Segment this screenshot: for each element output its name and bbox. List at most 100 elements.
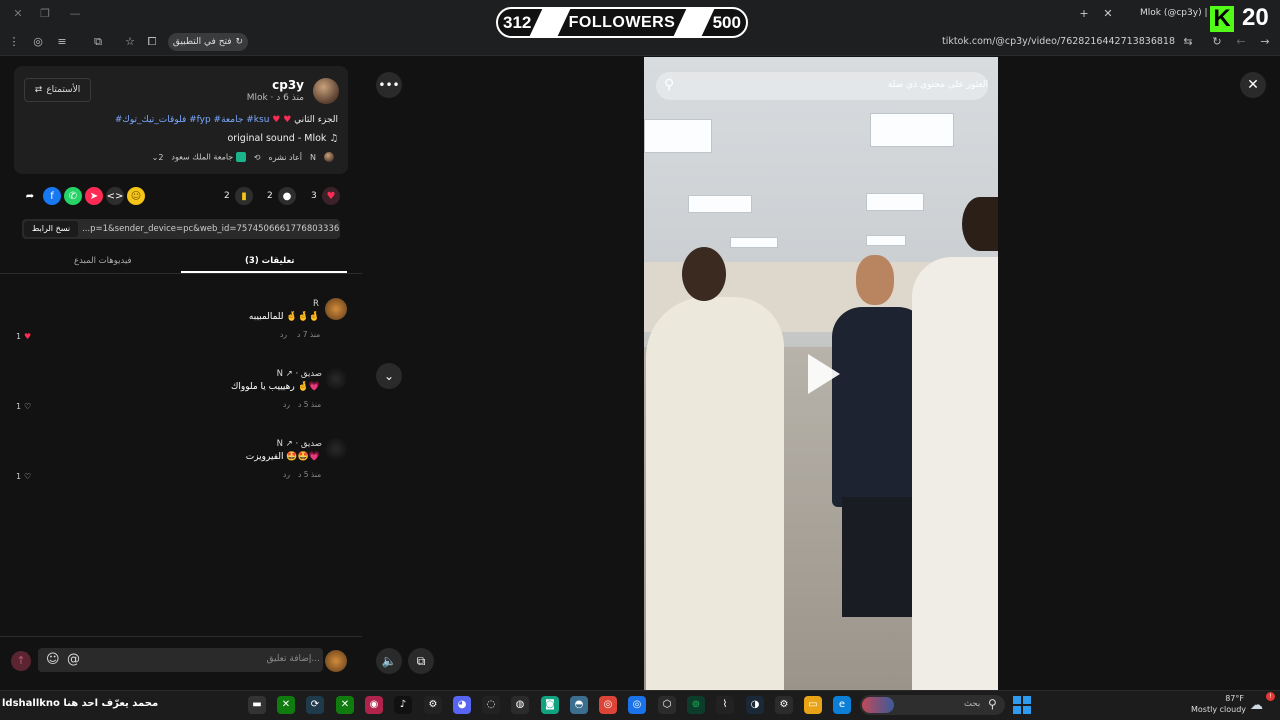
sound-link[interactable]: original sound - Mlok ♫ <box>227 133 338 144</box>
save-count: 2 <box>224 191 230 201</box>
settings-gear-icon[interactable]: ⚙ <box>775 696 793 714</box>
app-icon[interactable]: ⊚ <box>687 696 705 714</box>
person-right-head <box>962 197 998 251</box>
follow-button[interactable]: ⇄ الأستمتاع <box>24 78 91 102</box>
weather-description[interactable]: Mostly cloudy <box>1191 705 1246 714</box>
app-icon[interactable]: ⬡ <box>658 696 676 714</box>
comment-reply-button[interactable]: رد <box>280 330 287 339</box>
video-link-text[interactable]: ...p=1&sender_device=pc&web_id=757450666… <box>82 224 339 234</box>
person-center-face <box>856 255 894 305</box>
tab-creator-videos[interactable]: فيديوهات المبدع <box>74 256 132 266</box>
like-icon[interactable]: ♥ <box>322 187 340 205</box>
chrome-icon[interactable]: ◎ <box>599 696 617 714</box>
notification-badge-icon[interactable]: ! <box>1266 692 1275 701</box>
app-icon[interactable]: ◍ <box>511 696 529 714</box>
tab-comments[interactable]: تعليقات (3) <box>245 256 294 266</box>
xbox-icon[interactable]: ✕ <box>277 696 295 714</box>
app-icon[interactable]: ⟳ <box>306 696 324 714</box>
comment-reply-button[interactable]: رد <box>283 400 290 409</box>
mention-icon[interactable]: @ <box>67 652 80 667</box>
send-comment-button[interactable]: ↑ <box>11 651 31 671</box>
send-to-friend-icon[interactable]: ➤ <box>85 187 103 205</box>
comment-avatar[interactable] <box>325 438 347 460</box>
emoji-picker-icon[interactable]: ☺ <box>46 652 60 667</box>
next-video-chevron-icon[interactable]: ⌄ <box>376 363 402 389</box>
tiktok-icon[interactable]: ♪ <box>394 696 412 714</box>
whatsapp-icon[interactable]: ✆ <box>64 187 82 205</box>
minimize-window-icon[interactable]: — <box>67 6 83 22</box>
taskbar-overlay-text: ldshallkno محمد يعرّف احد هنا <box>2 698 159 709</box>
tune-icon[interactable]: ≡ <box>54 34 70 50</box>
comment-reply-button[interactable]: رد <box>283 470 290 479</box>
volume-icon[interactable]: 🔈 <box>376 648 402 674</box>
comment-like-icon[interactable]: ♡ <box>24 402 31 411</box>
follow-swap-icon: ⇄ <box>34 85 43 95</box>
app-icon[interactable]: ◌ <box>482 696 500 714</box>
new-tab-icon[interactable]: + <box>1076 6 1092 22</box>
like-count: 3 <box>311 191 317 201</box>
reload-icon[interactable]: ↻ <box>1209 34 1225 50</box>
start-tile <box>1023 696 1031 704</box>
creator-avatar[interactable] <box>313 78 339 104</box>
app-icon[interactable]: ◉ <box>365 696 383 714</box>
forward-icon[interactable]: ← <box>1233 34 1249 50</box>
close-tab-icon[interactable]: ✕ <box>1100 6 1116 22</box>
music-note-icon: ♫ <box>329 133 338 144</box>
comment-avatar[interactable] <box>325 368 347 390</box>
comment-like-icon[interactable]: ♡ <box>24 472 31 481</box>
windows-start-icon[interactable] <box>1013 696 1031 714</box>
open-in-app-label: فتح في التطبيق <box>172 37 232 47</box>
restore-window-icon[interactable]: ❐ <box>37 6 53 22</box>
steam-icon[interactable]: ◑ <box>746 696 764 714</box>
count-badge[interactable]: ⌄2 <box>152 153 164 162</box>
capcut-icon[interactable]: ⌇ <box>716 696 734 714</box>
edge-icon[interactable]: e <box>833 696 851 714</box>
comment-author[interactable]: R <box>313 299 319 309</box>
emoji-share-icon[interactable]: ☺ <box>127 187 145 205</box>
open-app-glyph-icon: ↻ <box>235 37 244 47</box>
caption-hashtags[interactable]: #فلوقات_تيك_توك #fyp #جامعة #ksu <box>115 115 270 125</box>
url-field[interactable]: tiktok.com/@cp3y/video/76282164427138368… <box>942 36 1175 47</box>
app-icon[interactable]: ◓ <box>570 696 588 714</box>
comment-like-icon[interactable]: ♥ <box>24 332 31 341</box>
file-explorer-icon[interactable]: ▭ <box>804 696 822 714</box>
app-icon[interactable]: ▬ <box>248 696 266 714</box>
location-chip[interactable]: جامعة الملك سعود <box>171 152 246 162</box>
comment-author[interactable]: N ↗ · صديق <box>277 369 322 379</box>
comment-time: منذ 5 د <box>298 470 322 479</box>
site-settings-icon[interactable]: ⇆ <box>1180 34 1196 50</box>
comment-author[interactable]: N ↗ · صديق <box>277 439 322 449</box>
facebook-icon[interactable]: f <box>43 187 61 205</box>
bookmark-star-icon[interactable]: ☆ <box>122 34 138 50</box>
followers-goal-overlay: 312 FOLLOWERS 500 <box>496 7 748 38</box>
discord-icon[interactable]: ◕ <box>453 696 471 714</box>
close-window-icon[interactable]: ✕ <box>10 6 26 22</box>
play-icon[interactable] <box>808 354 840 394</box>
embed-code-icon[interactable]: <> <box>106 187 124 205</box>
xbox-game-bar-icon[interactable]: ✕ <box>336 696 354 714</box>
comment-avatar[interactable] <box>325 298 347 320</box>
bookmark-icon[interactable]: ▮ <box>235 187 253 205</box>
open-in-app-icon[interactable]: ⧠ <box>144 34 160 50</box>
share-arrow-icon[interactable]: ➦ <box>21 187 39 205</box>
comment-text: الفيرويزت 🤩🤩💗 <box>245 452 320 462</box>
cloud-icon: ☁ <box>1250 698 1263 713</box>
repost-user[interactable]: N <box>310 153 316 162</box>
app-icon[interactable]: ◙ <box>541 696 559 714</box>
extension-globe-icon[interactable]: ◎ <box>30 34 46 50</box>
repost-user-avatar <box>324 152 334 162</box>
close-video-icon[interactable]: ✕ <box>1240 72 1266 98</box>
chrome-active-icon[interactable]: ◎ <box>628 696 646 714</box>
picture-in-picture-icon[interactable]: ⧉ <box>408 648 434 674</box>
extensions-icon[interactable]: ⧉ <box>90 34 106 50</box>
back-icon[interactable]: → <box>1257 34 1273 50</box>
more-options-icon[interactable]: ••• <box>376 72 402 98</box>
comment-icon[interactable]: ● <box>278 187 296 205</box>
open-in-app-button[interactable]: فتح في التطبيق ↻ <box>168 33 248 51</box>
copy-link-button[interactable]: نسخ الرابط <box>24 221 78 237</box>
repost-icon: ⟲ <box>253 152 261 162</box>
weather-temperature[interactable]: 87°F <box>1225 694 1244 703</box>
menu-dots-icon[interactable]: ⋮ <box>6 34 22 50</box>
settings-icon[interactable]: ⚙ <box>424 696 442 714</box>
creator-username[interactable]: cp3y <box>272 78 304 92</box>
